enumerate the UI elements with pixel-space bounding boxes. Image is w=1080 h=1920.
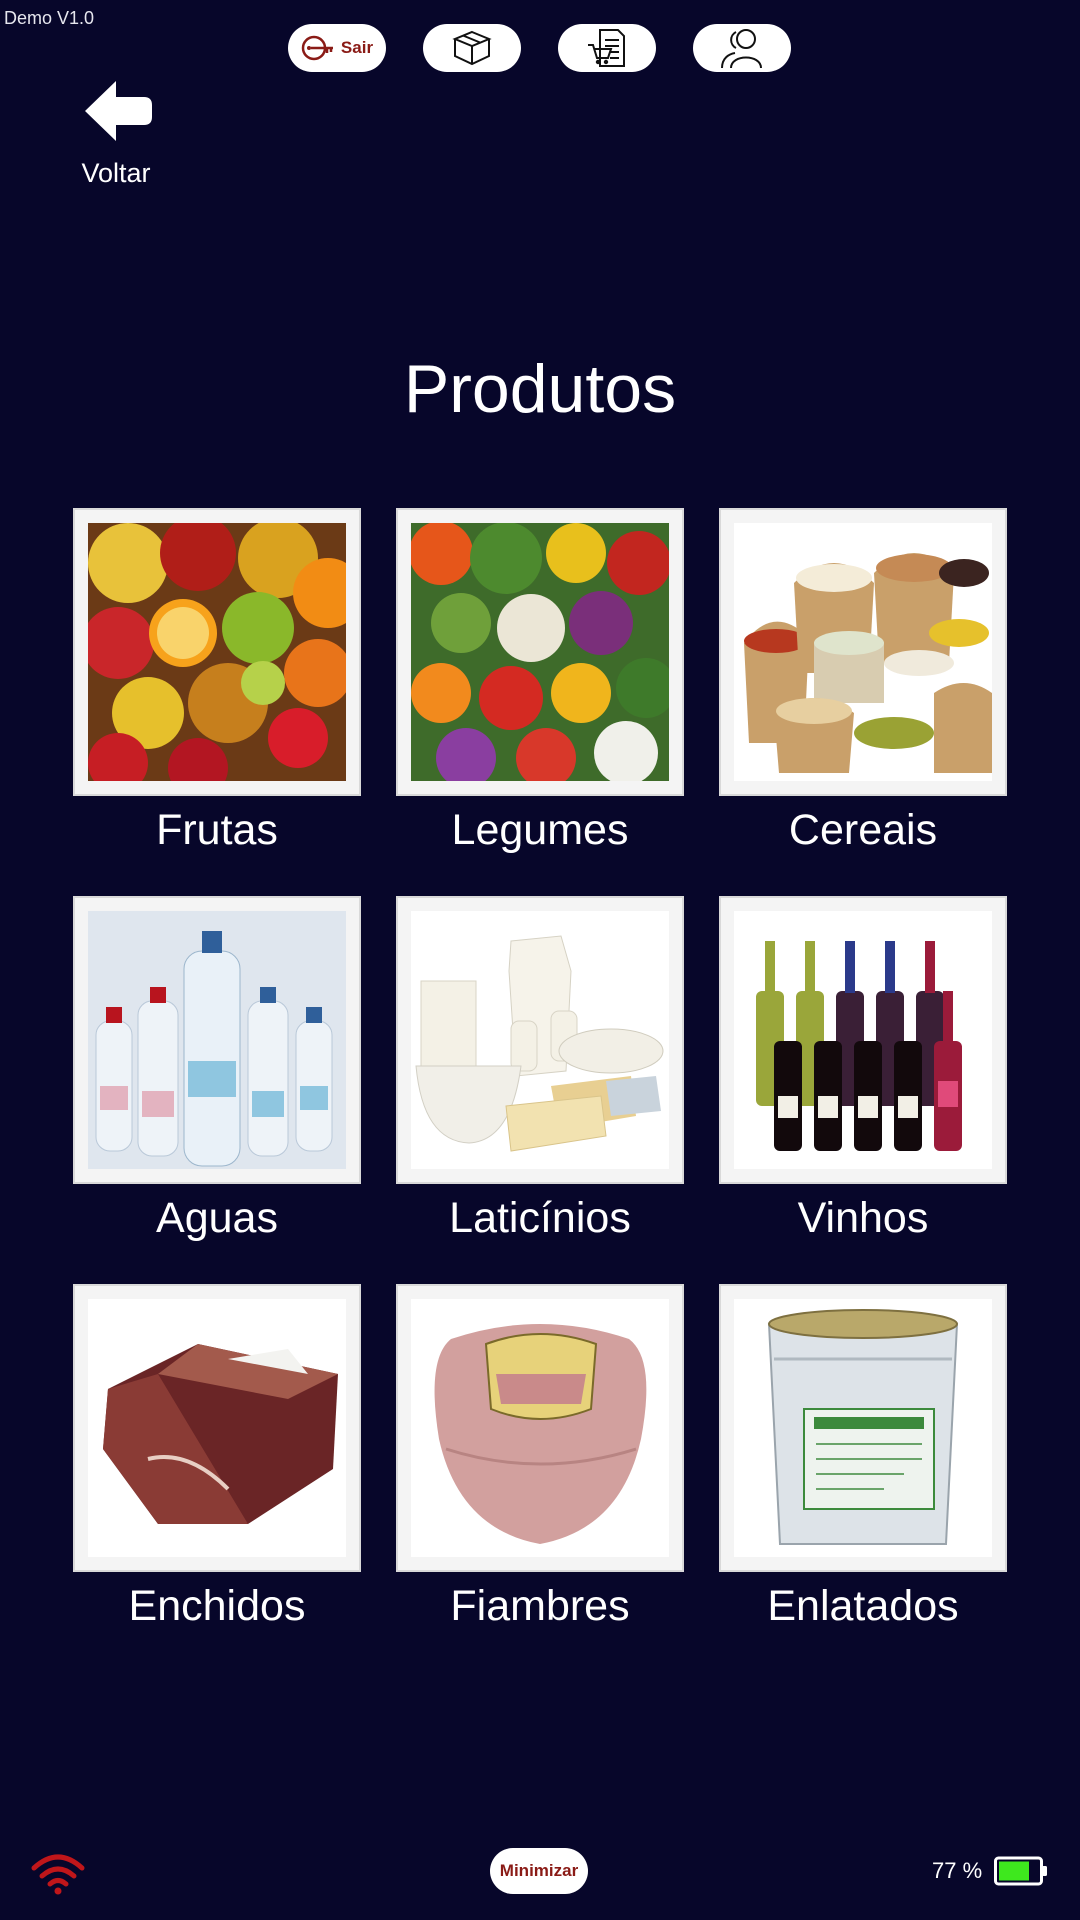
logout-label: Sair [340,38,374,57]
category-label: Legumes [451,806,629,854]
app-version: Demo V1.0 [4,8,95,28]
box-icon [452,30,492,66]
category-tile-enchidos[interactable]: Enchidos [73,1284,361,1631]
top-toolbar: Sair [288,24,792,72]
category-tile-frutas[interactable]: Frutas [73,508,361,855]
category-label: Aguas [156,1194,278,1242]
orders-button[interactable] [558,24,656,72]
logout-button[interactable]: Sair [288,24,386,72]
category-tile-cereais[interactable]: Cereais [719,508,1007,855]
category-tile-vinhos[interactable]: Vinhos [719,896,1007,1243]
wifi-icon [31,1854,85,1895]
category-label: Frutas [156,806,278,854]
category-tile-laticinios[interactable]: Laticínios [396,896,684,1243]
page-title: Produtos [403,351,677,427]
canned-bucket-image [734,1299,992,1557]
cart-document-icon [588,29,625,67]
battery-percentage: 77 % [932,1858,983,1883]
category-tile-aguas[interactable]: Aguas [73,896,361,1243]
category-label: Cereais [788,806,938,854]
key-icon [301,35,333,61]
minimize-button[interactable]: Minimizar [490,1848,588,1894]
dairy-image [411,911,669,1169]
category-image-frame [719,1284,1007,1572]
category-image-frame [73,1284,361,1572]
category-tile-enlatados[interactable]: Enlatados [719,1284,1007,1631]
category-label: Enlatados [767,1582,959,1630]
ham-image [411,1299,669,1557]
category-image-frame [73,508,361,796]
users-icon [721,29,762,69]
water-bottles-image [88,911,346,1169]
category-image-frame [719,896,1007,1184]
products-button[interactable] [423,24,521,72]
grains-image [734,523,992,781]
category-label: Laticínios [449,1194,631,1242]
back-label: Voltar [81,158,151,188]
wine-bottles-image [734,911,992,1169]
category-tile-legumes[interactable]: Legumes [396,508,684,855]
category-image-frame [719,508,1007,796]
arrow-left-icon [85,81,152,141]
category-image-frame [396,508,684,796]
battery-fill [999,1861,1029,1881]
category-tile-fiambres[interactable]: Fiambres [396,1284,684,1631]
category-image-frame [73,896,361,1184]
category-label: Vinhos [797,1194,929,1242]
battery-icon [994,1856,1047,1886]
back-button[interactable]: Voltar [76,78,156,193]
category-image-frame [396,1284,684,1572]
category-image-frame [396,896,684,1184]
vegetables-image [411,523,669,781]
users-button[interactable] [693,24,791,72]
fruits-image [88,523,346,781]
category-label: Fiambres [450,1582,630,1630]
cured-ham-image [88,1299,346,1557]
category-label: Enchidos [128,1582,306,1630]
